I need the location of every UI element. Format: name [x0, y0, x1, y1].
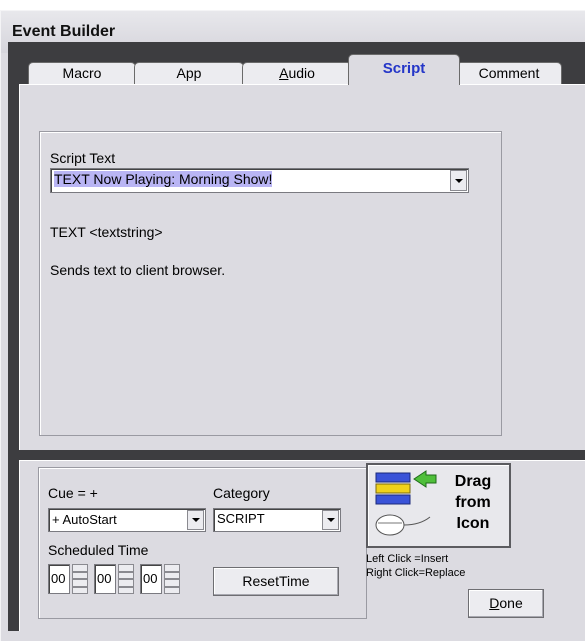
cue-label: Cue = + — [48, 485, 98, 501]
drag-label-line2: from — [455, 494, 491, 511]
seconds-up-button[interactable] — [164, 564, 180, 579]
tab-app-label: App — [176, 65, 202, 81]
event-options-panel: Cue = + Category + AutoStart SCRIPT Sche… — [19, 460, 585, 631]
tab-comment[interactable]: Comment — [456, 62, 562, 84]
script-tab-panel: Script Text TEXT Now Playing: Morning Sh… — [19, 84, 585, 450]
seconds-down-button[interactable] — [164, 579, 180, 594]
script-description: Sends text to client browser. — [50, 262, 226, 278]
script-text-value[interactable]: TEXT Now Playing: Morning Show! — [54, 171, 273, 187]
drag-label: Drag from Icon — [438, 471, 508, 534]
seconds-field[interactable]: 00 — [140, 564, 162, 594]
tab-audio-rest: udio — [288, 65, 315, 81]
script-text-dropdown-button[interactable] — [450, 170, 467, 191]
script-text-combo[interactable]: TEXT Now Playing: Morning Show! — [50, 168, 469, 193]
seconds-spinner — [164, 564, 180, 594]
left-click-hint: Left Click =Insert — [366, 553, 449, 565]
script-syntax: TEXT <textstring> — [50, 224, 163, 240]
drag-label-line1: Drag — [454, 473, 492, 490]
cue-value: + AutoStart — [52, 512, 117, 527]
chevron-down-icon — [326, 518, 335, 522]
hours-value: 00 — [51, 571, 66, 586]
cue-combo[interactable]: + AutoStart — [48, 508, 206, 532]
right-click-hint: Right Click=Replace — [366, 567, 466, 579]
chevron-down-icon — [454, 178, 463, 183]
hours-field[interactable]: 00 — [48, 564, 70, 594]
cue-group: Cue = + Category + AutoStart SCRIPT Sche… — [38, 467, 367, 619]
tab-strip: Macro App Audio Script Comment — [8, 52, 585, 85]
category-dropdown-button[interactable] — [322, 510, 339, 530]
tab-script[interactable]: Script — [348, 54, 460, 85]
script-group: Script Text TEXT Now Playing: Morning Sh… — [39, 131, 502, 436]
hours-up-button[interactable] — [72, 564, 88, 579]
minutes-value: 00 — [97, 571, 112, 586]
tab-macro-label: Macro — [62, 65, 102, 81]
arrow-down-icon — [73, 585, 87, 588]
tab-macro[interactable]: Macro — [28, 62, 136, 84]
script-text-label: Script Text — [50, 150, 116, 166]
category-value: SCRIPT — [217, 511, 265, 526]
drag-from-icon-box[interactable]: Drag from Icon — [366, 463, 511, 548]
hours-down-button[interactable] — [72, 579, 88, 594]
chevron-down-icon — [191, 518, 200, 522]
minutes-field[interactable]: 00 — [94, 564, 116, 594]
tab-app[interactable]: App — [134, 62, 244, 84]
category-combo[interactable]: SCRIPT — [213, 508, 341, 532]
drag-icon — [375, 470, 437, 536]
hours-spinner — [72, 564, 88, 594]
window-title: Event Builder — [12, 23, 116, 40]
cue-dropdown-button[interactable] — [187, 510, 204, 530]
scheduled-time-spinners: 00 00 00 — [48, 564, 208, 594]
minutes-spinner — [118, 564, 134, 594]
drag-label-line3: Icon — [456, 515, 490, 532]
done-button[interactable]: Done — [468, 589, 544, 618]
arrow-up-icon — [165, 570, 179, 573]
minutes-down-button[interactable] — [118, 579, 134, 594]
category-label: Category — [213, 485, 270, 501]
arrow-up-icon — [119, 570, 133, 573]
done-rest: one — [499, 595, 523, 611]
scheduled-time-label: Scheduled Time — [48, 542, 149, 558]
arrow-down-icon — [165, 585, 179, 588]
done-accel: D — [489, 595, 500, 611]
arrow-down-icon — [119, 585, 133, 588]
reset-time-button[interactable]: ResetTime — [213, 567, 339, 596]
seconds-value: 00 — [143, 571, 158, 586]
tab-script-label: Script — [382, 60, 426, 77]
tab-audio-label: Audio — [279, 65, 315, 81]
tab-comment-label: Comment — [478, 65, 540, 81]
arrow-up-icon — [73, 570, 87, 573]
minutes-up-button[interactable] — [118, 564, 134, 579]
tab-audio[interactable]: Audio — [242, 62, 352, 84]
